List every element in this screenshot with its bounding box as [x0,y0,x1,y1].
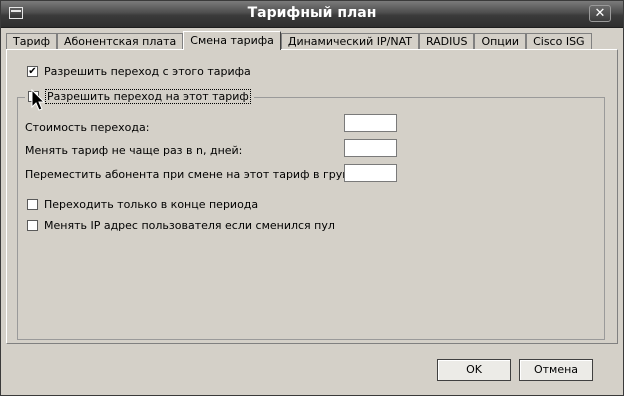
cost-input[interactable] [344,114,397,132]
group-id-input[interactable] [344,164,397,182]
cost-label: Стоимость перехода: [25,121,150,134]
allow-from-label: Разрешить переход с этого тарифа [44,65,251,78]
tab-bar: Тариф Абонентская плата Смена тарифа Дин… [6,31,592,50]
tab-tariff[interactable]: Тариф [6,33,57,50]
end-of-period-label: Переходить только в конце периода [44,198,259,211]
window-title: Тарифный план [247,5,377,21]
interval-label: Менять тариф не чаще раз в n, дней: [25,144,243,157]
title-bar[interactable]: Тарифный план ✕ [1,1,623,28]
tab-options[interactable]: Опции [474,33,527,50]
allow-from-row[interactable]: ✔ Разрешить переход с этого тарифа [27,65,251,78]
mouse-cursor-icon [31,89,46,111]
allow-from-checkbox[interactable]: ✔ [27,66,38,77]
cancel-button[interactable]: Отмена [519,359,593,381]
change-ip-checkbox[interactable] [27,220,38,231]
change-ip-label: Менять IP адрес пользователя если сменил… [44,219,335,232]
group-id-label: Переместить абонента при смене на этот т… [25,168,388,181]
tab-tariff-change[interactable]: Смена тарифа [183,31,281,50]
interval-input[interactable] [344,139,397,157]
end-of-period-row[interactable]: Переходить только в конце периода [27,198,258,211]
tab-radius[interactable]: RADIUS [418,33,475,50]
ok-button[interactable]: OK [437,359,511,381]
tariff-plan-dialog: Тарифный план ✕ Тариф Абонентская плата … [0,0,624,396]
close-button[interactable]: ✕ [589,5,611,22]
tab-dynamic-ip-nat[interactable]: Динамический IP/NAT [280,33,419,50]
tab-cisco-isg[interactable]: Cisco ISG [526,33,592,50]
change-ip-row[interactable]: Менять IP адрес пользователя если сменил… [27,219,335,232]
end-of-period-checkbox[interactable] [27,199,38,210]
allow-to-label: Разрешить переход на этот тариф [45,89,251,104]
tab-subscription-fee[interactable]: Абонентская плата [57,33,184,50]
allow-to-legend[interactable]: Разрешить переход на этот тариф [25,89,254,104]
